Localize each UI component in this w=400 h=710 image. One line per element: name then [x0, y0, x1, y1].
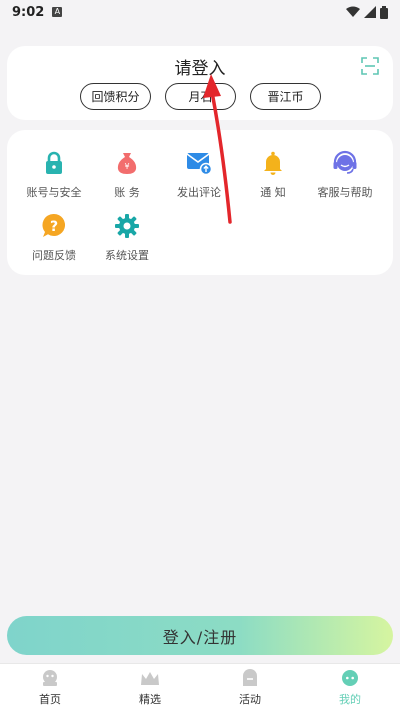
question-icon: ?	[42, 213, 66, 237]
menu-item-account-security[interactable]: 账号与安全	[14, 150, 94, 200]
status-time: 9:02	[12, 4, 45, 20]
menu-label: 发出评论	[177, 186, 221, 199]
gear-icon	[115, 214, 139, 238]
menu-label: 账号与安全	[26, 186, 82, 199]
chip-jinjiang-coin[interactable]: 晋江币	[250, 83, 321, 110]
headset-icon	[333, 150, 357, 174]
lock-icon	[46, 151, 62, 174]
menu-label: 系统设置	[105, 249, 149, 262]
tab-label: 我的	[339, 692, 361, 706]
tab-label: 精选	[139, 692, 161, 706]
tab-label: 首页	[39, 692, 61, 706]
tab-home[interactable]: 首页	[0, 664, 100, 710]
chip-moonstone[interactable]: 月石	[165, 83, 236, 110]
home-icon	[43, 669, 57, 686]
crown-icon	[141, 671, 159, 685]
battery-icon	[380, 5, 388, 19]
scan-icon[interactable]	[361, 57, 379, 75]
money-bag-icon: ¥	[117, 153, 137, 174]
menu-item-notifications[interactable]: 通 知	[233, 150, 313, 200]
menu-item-comments[interactable]: 发出评论	[159, 150, 239, 200]
signal-icon	[364, 6, 376, 18]
svg-text:¥: ¥	[124, 162, 129, 171]
tab-activity[interactable]: 活动	[200, 664, 300, 710]
menu-item-billing[interactable]: ¥ 账 务	[87, 150, 167, 200]
balance-chips: 回馈积分 月石 晋江币	[80, 83, 321, 110]
status-icons	[346, 5, 388, 19]
tab-featured[interactable]: 精选	[100, 664, 200, 710]
menu-label: 问题反馈	[32, 249, 76, 262]
login-card: 请登入 回馈积分 月石 晋江币	[7, 46, 393, 120]
chip-feedback-points[interactable]: 回馈积分	[80, 83, 151, 110]
bottom-tabbar: 首页 精选 活动 我的	[0, 663, 400, 710]
menu-label: 通 知	[260, 186, 286, 199]
menu-label: 客服与帮助	[317, 186, 373, 199]
wifi-icon	[346, 6, 360, 17]
menu-card: 账号与安全 ¥ 账 务 发出评论 通 知 客服与帮助 ? 问题反馈 系统设置	[7, 130, 393, 275]
status-bar: 9:02 A	[0, 0, 400, 24]
menu-item-support[interactable]: 客服与帮助	[305, 150, 385, 200]
tab-profile[interactable]: 我的	[300, 664, 400, 710]
notification-badge: A	[52, 7, 63, 17]
menu-label: 账 务	[114, 186, 140, 199]
svg-text:?: ?	[50, 219, 58, 235]
profile-icon	[342, 669, 358, 686]
menu-item-feedback[interactable]: ? 问题反馈	[14, 213, 94, 263]
mail-icon	[186, 153, 212, 176]
menu-item-settings[interactable]: 系统设置	[87, 213, 167, 263]
login-title[interactable]: 请登入	[7, 54, 393, 79]
activity-icon	[243, 668, 257, 686]
tab-label: 活动	[239, 692, 261, 706]
bell-icon	[264, 151, 282, 175]
login-register-button[interactable]: 登入/注册	[7, 616, 393, 655]
